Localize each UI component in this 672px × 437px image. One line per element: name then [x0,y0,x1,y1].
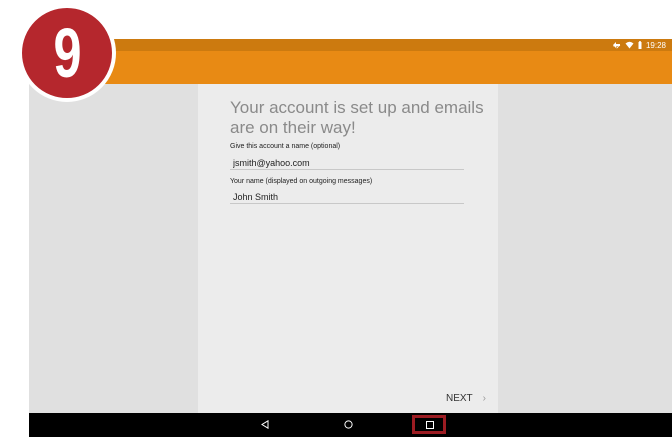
tablet-screen: 19:28 Your account is set up and emails … [29,39,672,437]
back-button[interactable] [247,413,283,437]
sync-icon [612,41,621,49]
wifi-icon [625,41,634,49]
your-name-label: Your name (displayed on outgoing message… [230,178,373,185]
setup-card: Your account is set up and emails are on… [198,84,498,413]
step-number: 9 [52,14,82,92]
chevron-right-icon: › [482,393,487,404]
battery-icon [638,41,642,49]
back-icon [261,416,269,434]
step-badge: 9 [18,4,116,102]
recents-highlight [412,415,446,434]
status-time: 19:28 [645,40,666,50]
account-name-input[interactable] [230,156,464,170]
next-button[interactable]: NEXT › [442,391,490,406]
app-bar [29,51,672,84]
home-button[interactable] [330,413,366,437]
status-icons: 19:28 [612,40,666,50]
your-name-input[interactable] [230,190,464,204]
home-icon [343,416,353,434]
navigation-bar [29,413,672,437]
setup-headline: Your account is set up and emails are on… [230,98,484,137]
account-name-label: Give this account a name (optional) [230,143,341,150]
next-label: NEXT [446,393,473,404]
status-bar: 19:28 [29,39,672,51]
